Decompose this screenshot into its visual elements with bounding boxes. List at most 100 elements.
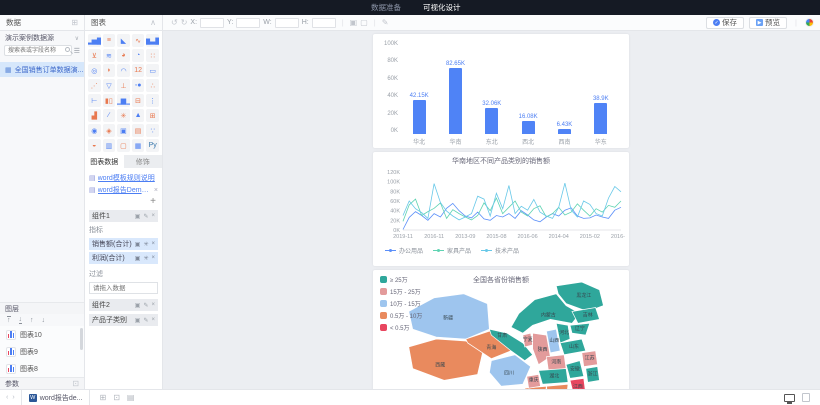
add-component-button[interactable]: +	[89, 197, 158, 207]
world-map-icon[interactable]: ◎	[88, 64, 101, 77]
scrollbar-thumb[interactable]	[80, 328, 83, 350]
crosstab-icon[interactable]: ⊞	[146, 109, 159, 122]
copy-icon[interactable]: ▣	[135, 241, 141, 248]
position-input[interactable]	[236, 18, 260, 28]
paste-icon[interactable]: ▢	[360, 18, 368, 27]
province-湖南[interactable]	[546, 384, 568, 389]
position-input[interactable]	[312, 18, 336, 28]
edit-icon[interactable]: ✎	[143, 213, 148, 220]
bar[interactable]	[485, 108, 498, 134]
cube-3d-icon[interactable]: ◈	[103, 124, 116, 137]
add-sheet-icon[interactable]: ⊞	[99, 393, 106, 402]
pie-chart-icon[interactable]: ◕	[117, 49, 130, 62]
tree-diagram-icon[interactable]: ⊥	[117, 79, 130, 92]
template-link-0[interactable]: word模板规则说明	[98, 173, 158, 183]
field-filter-icon[interactable]: ☰	[74, 47, 80, 55]
bubble-chart-icon[interactable]: ◦●	[132, 79, 145, 92]
map-legend-item[interactable]: 0.5万 - 10万	[380, 311, 422, 320]
bar-chart-icon[interactable]: ▂▅▇	[88, 34, 101, 47]
slope-chart-icon[interactable]: ∕	[103, 109, 116, 122]
gear-icon[interactable]: ✳	[143, 241, 148, 248]
prev-sheet-icon[interactable]: ‹	[6, 394, 8, 401]
data-panel-toggle-icon[interactable]: ⊞	[71, 18, 78, 27]
save-button[interactable]: ✓ 保存	[706, 17, 744, 29]
bring-to-front-icon[interactable]: ↑	[7, 316, 11, 324]
data-source-row[interactable]: 演示案例数据源 ∨	[0, 31, 84, 45]
bar[interactable]	[413, 100, 426, 134]
browser-colors-icon[interactable]	[805, 18, 814, 27]
histogram-icon[interactable]: ▁▆▁	[117, 94, 130, 107]
move-down-icon[interactable]: ↓	[42, 317, 46, 324]
bar[interactable]	[449, 68, 462, 134]
redo-icon[interactable]: ↻	[181, 18, 188, 27]
scatter-matrix-icon[interactable]: ∵	[146, 124, 159, 137]
python-widget-icon[interactable]: Py	[146, 139, 159, 152]
top-nav-tab-1[interactable]: 可视化设计	[412, 0, 472, 15]
close-icon[interactable]: ×	[151, 302, 155, 309]
position-input[interactable]	[275, 18, 299, 28]
copy-icon[interactable]: ▣	[135, 317, 141, 324]
import-sheet-icon[interactable]: ▤	[127, 393, 135, 402]
layer-item[interactable]: 图表9	[0, 343, 84, 360]
filter-input[interactable]	[89, 282, 158, 294]
tab-chart-data[interactable]: 图表数据	[85, 155, 124, 168]
box-plot-icon[interactable]: ⊟	[132, 94, 145, 107]
dot-plot-icon[interactable]: ⋰	[88, 79, 101, 92]
scatter-chart-icon[interactable]: ∷	[146, 49, 159, 62]
kpi-card-icon[interactable]: 12	[132, 64, 145, 77]
image-widget-icon[interactable]: ▣	[117, 124, 130, 137]
tab-decorate[interactable]: 修饰	[124, 155, 163, 168]
copy-icon[interactable]: ▣	[350, 18, 358, 27]
bar[interactable]	[522, 121, 535, 134]
bar[interactable]	[594, 103, 607, 134]
template-link-1[interactable]: word报告Demo设计...	[98, 185, 152, 195]
search-input[interactable]	[4, 45, 72, 56]
layer-item[interactable]: 图表10	[0, 326, 84, 343]
map-chart-widget[interactable]: 全国各省份销售额 ≥ 25万15万 - 25万10万 - 15万0.5万 - 1…	[373, 270, 629, 389]
undo-icon[interactable]: ↺	[171, 18, 178, 27]
duplicate-sheet-icon[interactable]: ⊡	[113, 393, 120, 402]
close-icon[interactable]: ×	[151, 255, 155, 262]
cylinder-icon[interactable]: ▥	[103, 139, 116, 152]
progress-bar-icon[interactable]: ▭	[146, 64, 159, 77]
spark-column-icon[interactable]: ⋮	[146, 94, 159, 107]
combo-chart-icon[interactable]: ⊻	[88, 49, 101, 62]
map-legend-item[interactable]: 15万 - 25万	[380, 287, 422, 296]
circle-packing-icon[interactable]: ◉	[88, 124, 101, 137]
funnel-chart-icon[interactable]: ▽	[103, 79, 116, 92]
line-chart-icon[interactable]: ∿	[132, 34, 145, 47]
format-painter-icon[interactable]: ✎	[382, 18, 389, 27]
edit-icon[interactable]: ✎	[143, 317, 148, 324]
close-icon[interactable]: ×	[151, 213, 155, 220]
legend-item[interactable]: 技术产品	[481, 246, 519, 255]
sheet-tab[interactable]: W word报告de...	[21, 390, 91, 405]
gear-icon[interactable]: ✳	[143, 255, 148, 262]
dimension-row[interactable]: 产品子类别 ▣ ✎ ×	[89, 314, 158, 326]
position-input[interactable]	[200, 18, 224, 28]
cluster-chart-icon[interactable]: ∴	[146, 79, 159, 92]
add-parameter-icon[interactable]: ⊡	[72, 379, 79, 388]
legend-item[interactable]: 家具产品	[433, 246, 471, 255]
legend-item[interactable]: 办公用品	[385, 246, 423, 255]
preview-button[interactable]: ▶ 预览	[749, 17, 787, 29]
metric-pill[interactable]: 利润(合计)▣✳×	[89, 252, 158, 264]
range-area-icon[interactable]: ≋	[103, 49, 116, 62]
stacked-bar-icon[interactable]: ≡	[103, 34, 116, 47]
grid-table-icon[interactable]: ▤	[132, 124, 145, 137]
close-icon[interactable]: ×	[151, 241, 155, 248]
donut-multi-icon[interactable]: ◒	[88, 139, 101, 152]
word-cloud-icon[interactable]: ✳	[117, 109, 130, 122]
card-widget-icon[interactable]: ▢	[117, 139, 130, 152]
copy-icon[interactable]: ▣	[135, 255, 141, 262]
edit-icon[interactable]: ✎	[143, 302, 148, 309]
component2-header[interactable]: 组件2 ▣ ✎ ×	[89, 299, 158, 311]
filter-dropzone[interactable]	[89, 282, 158, 294]
top-nav-tab-0[interactable]: 数据准备	[360, 0, 412, 15]
chevron-up-icon[interactable]: ∧	[150, 18, 156, 27]
mobile-preview-icon[interactable]	[802, 393, 810, 402]
waterfall-icon[interactable]: ▟	[88, 109, 101, 122]
line-chart-widget[interactable]: 华南地区不同产品类别的销售额 120K100K80K60K40K20K0K201…	[373, 152, 629, 266]
layer-item[interactable]: 图表8	[0, 360, 84, 377]
map-legend-item[interactable]: 10万 - 15万	[380, 299, 422, 308]
gauge-icon[interactable]: ◠	[117, 64, 130, 77]
